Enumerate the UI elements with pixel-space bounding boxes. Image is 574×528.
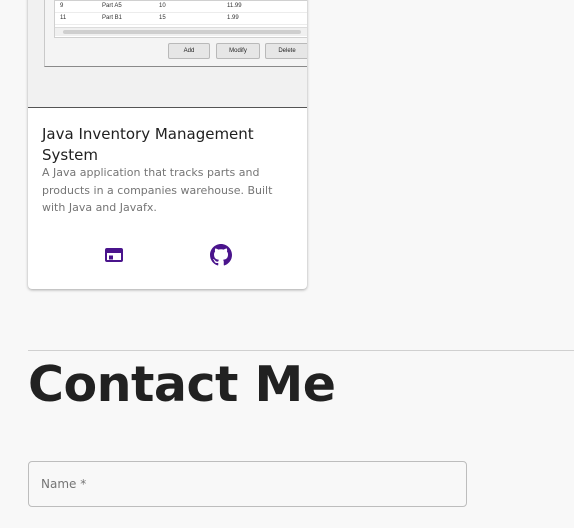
project-description: A Java application that tracks parts and… [42, 166, 273, 214]
table-row: 9 Part A5 10 11.99 [55, 1, 307, 13]
table-cell: Part A5 [102, 3, 122, 9]
demo-link[interactable] [102, 245, 126, 269]
add-button: Add [168, 43, 210, 59]
horizontal-scrollbar [55, 27, 307, 36]
modify-button: Modify [216, 43, 260, 59]
delete-button: Delete [265, 43, 307, 59]
contact-heading: Contact Me [28, 356, 336, 413]
github-icon [210, 243, 232, 271]
table-cell: 1.99 [227, 15, 239, 21]
parts-table: 9 Part A5 10 11.99 11 Part B1 15 1.99 [54, 0, 307, 38]
section-divider [28, 350, 574, 351]
table-cell: 15 [159, 15, 166, 21]
web-browser-icon [105, 247, 123, 267]
project-title: Java Inventory Management System [42, 125, 254, 164]
table-row: 11 Part B1 15 1.99 [55, 13, 307, 25]
project-screenshot: 9 Part A5 10 11.99 11 Part B1 15 1.99 Ad… [28, 0, 307, 108]
name-input[interactable] [29, 462, 466, 506]
project-card: 9 Part A5 10 11.99 11 Part B1 15 1.99 Ad… [28, 0, 307, 289]
scrollbar-thumb [63, 30, 301, 34]
table-cell: Part B1 [102, 15, 123, 21]
github-link[interactable] [209, 243, 233, 271]
name-field[interactable] [28, 461, 467, 507]
table-cell: 11 [60, 15, 67, 21]
table-cell: 9 [60, 3, 64, 9]
table-cell: 10 [159, 3, 166, 9]
page: 9 Part A5 10 11.99 11 Part B1 15 1.99 Ad… [0, 0, 574, 528]
table-cell: 11.99 [227, 3, 242, 9]
app-window: 9 Part A5 10 11.99 11 Part B1 15 1.99 Ad… [44, 0, 307, 67]
